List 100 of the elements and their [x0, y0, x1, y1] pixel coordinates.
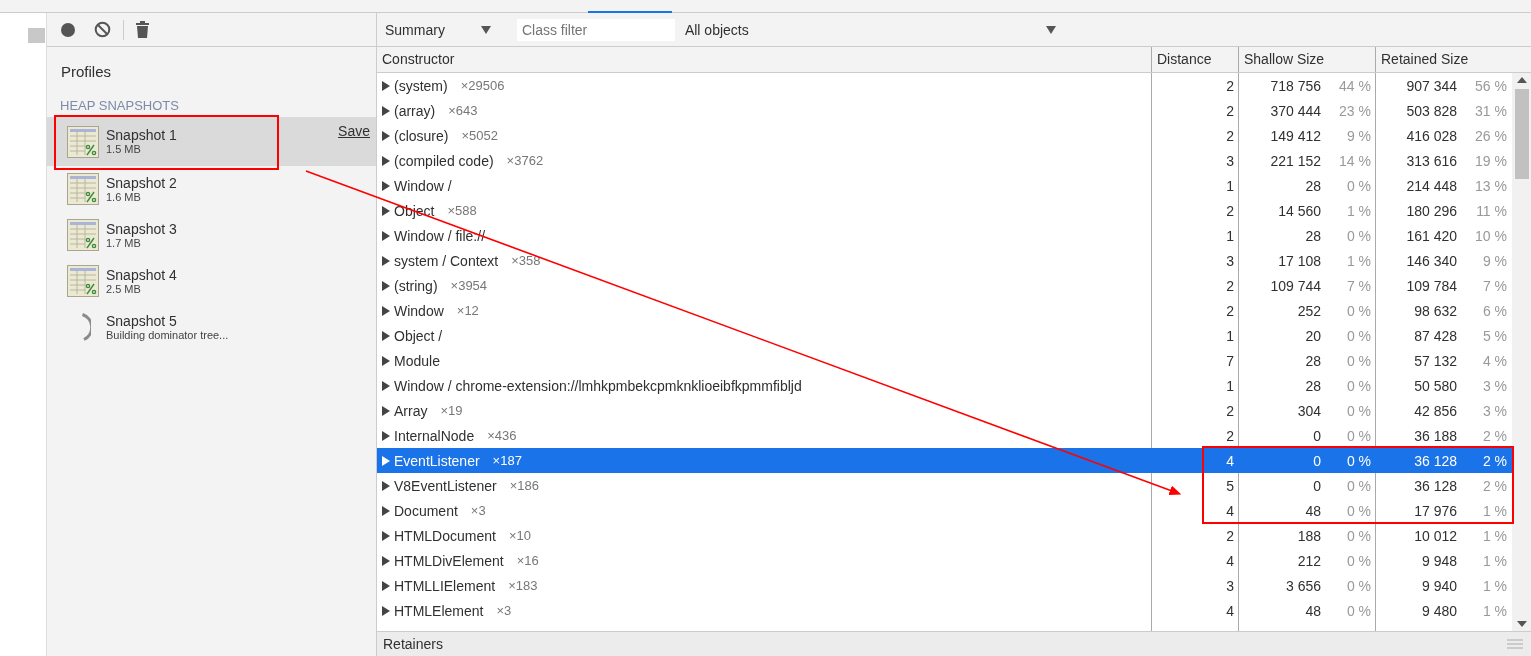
- table-row[interactable]: HTMLDivElement ×16 4 212 0 % 9 948 1 %: [377, 548, 1512, 573]
- instance-count: ×16: [516, 553, 539, 568]
- clear-icon[interactable]: [94, 21, 111, 38]
- column-header[interactable]: Distance: [1152, 47, 1239, 72]
- table-row[interactable]: (system) ×29506 2 718 756 44 % 907 344 56 %: [377, 73, 1512, 98]
- expand-icon[interactable]: [382, 555, 390, 566]
- drag-handle-icon[interactable]: [1507, 639, 1523, 649]
- table-row[interactable]: system / Context ×358 3 17 108 1 % 146 340 9 %: [377, 248, 1512, 273]
- expand-icon[interactable]: [382, 605, 390, 616]
- table-row[interactable]: HTMLDocument ×10 2 188 0 % 10 012 1 %: [377, 523, 1512, 548]
- retainers-title: Retainers: [383, 636, 443, 652]
- table-row[interactable]: EventListener ×187 4 0 0 % 36 128 2 %: [377, 448, 1512, 473]
- expand-icon[interactable]: [382, 480, 390, 491]
- expand-icon[interactable]: [382, 455, 390, 466]
- expand-icon[interactable]: [382, 505, 390, 516]
- constructor-name: Module: [394, 352, 440, 369]
- table-row[interactable]: HTMLElement ×3 4 48 0 % 9 480 1 %: [377, 598, 1512, 623]
- class-filter-field[interactable]: Class filter: [516, 18, 675, 41]
- expand-icon[interactable]: [382, 205, 390, 216]
- table-row[interactable]: V8EventListener ×186 5 0 0 % 36 128 2 %: [377, 473, 1512, 498]
- table-row[interactable]: (compiled code) ×3762 3 221 152 14 % 313 616 19 %: [377, 148, 1512, 173]
- expand-icon[interactable]: [382, 430, 390, 441]
- retained-size-percent: 1 %: [1481, 502, 1507, 519]
- table-row[interactable]: Document ×3 4 48 0 % 17 976 1 %: [377, 498, 1512, 523]
- expand-icon[interactable]: [382, 355, 390, 366]
- shallow-size-percent: 1 %: [1345, 202, 1371, 219]
- column-header[interactable]: Constructor: [377, 47, 1152, 72]
- table-row[interactable]: HTMLLIElement ×183 3 3 656 0 % 9 940 1 %: [377, 573, 1512, 598]
- shallow-size-percent: 23 %: [1338, 102, 1371, 119]
- table-row[interactable]: (closure) ×5052 2 149 412 9 % 416 028 26 %: [377, 123, 1512, 148]
- retained-size-percent: 1 %: [1481, 527, 1507, 544]
- expand-icon[interactable]: [382, 405, 390, 416]
- shallow-size-percent: 0 %: [1345, 327, 1371, 344]
- distance-value: 1: [1226, 377, 1234, 394]
- snapshot-item[interactable]: Snapshot 2 1.6 MB: [47, 166, 376, 212]
- expand-icon[interactable]: [382, 530, 390, 541]
- retained-size-percent: 10 %: [1474, 227, 1507, 244]
- retained-size-percent: 5 %: [1481, 327, 1507, 344]
- shallow-size-percent: 0 %: [1345, 452, 1371, 469]
- shallow-size-percent: 9 %: [1345, 127, 1371, 144]
- column-header[interactable]: Shallow Size: [1239, 47, 1376, 72]
- shallow-size-percent: 7 %: [1345, 277, 1371, 294]
- constructor-name: Window / file://: [394, 227, 486, 244]
- shallow-size-percent: 0 %: [1345, 552, 1371, 569]
- snapshot-item[interactable]: Snapshot 4 2.5 MB: [47, 258, 376, 304]
- instance-count: ×183: [508, 578, 538, 593]
- retained-size-value: 214 448: [1406, 177, 1457, 194]
- instance-count: ×3762: [506, 153, 544, 168]
- retained-size-value: 87 428: [1414, 327, 1457, 344]
- expand-icon[interactable]: [382, 280, 390, 291]
- table-row[interactable]: Window / file:// 1 28 0 % 161 420 10 %: [377, 223, 1512, 248]
- view-dropdown[interactable]: Summary: [385, 21, 491, 38]
- retained-size-percent: 1 %: [1481, 552, 1507, 569]
- snapshot-item[interactable]: Snapshot 1 1.5 MB Save: [47, 117, 376, 166]
- constructor-name: system / Context: [394, 252, 499, 269]
- distance-value: 2: [1226, 77, 1234, 94]
- save-link[interactable]: Save: [338, 123, 370, 139]
- retained-size-percent: 19 %: [1474, 152, 1507, 169]
- table-row[interactable]: Object / 1 20 0 % 87 428 5 %: [377, 323, 1512, 348]
- expand-icon[interactable]: [382, 305, 390, 316]
- scroll-down-icon[interactable]: [1516, 621, 1527, 627]
- snapshot-name: Snapshot 3: [106, 220, 177, 237]
- table-row[interactable]: Window / 1 28 0 % 214 448 13 %: [377, 173, 1512, 198]
- expand-icon[interactable]: [382, 255, 390, 266]
- instance-count: ×5052: [461, 128, 498, 143]
- retained-size-value: 180 296: [1406, 202, 1457, 219]
- expand-icon[interactable]: [382, 105, 390, 116]
- shallow-size-value: 0: [1313, 452, 1321, 469]
- instance-count: ×29506: [460, 78, 505, 93]
- trash-icon[interactable]: [136, 21, 149, 38]
- column-header[interactable]: Retained Size: [1376, 47, 1512, 72]
- snapshot-icon: [67, 219, 99, 251]
- expand-icon[interactable]: [382, 580, 390, 591]
- scrollbar-thumb[interactable]: [1514, 89, 1529, 179]
- table-row[interactable]: Array ×19 2 304 0 % 42 856 3 %: [377, 398, 1512, 423]
- table-row[interactable]: Window ×12 2 252 0 % 98 632 6 %: [377, 298, 1512, 323]
- expand-icon[interactable]: [382, 80, 390, 91]
- table-row[interactable]: Module 7 28 0 % 57 132 4 %: [377, 348, 1512, 373]
- table-row[interactable]: Window / chrome-extension://lmhkpmbekcpmknklioeibfkpmmfibljd 1 28 0 % 50 580 3 %: [377, 373, 1512, 398]
- distance-value: 1: [1226, 327, 1234, 344]
- expand-icon[interactable]: [382, 330, 390, 341]
- table-row[interactable]: InternalNode ×436 2 0 0 % 36 188 2 %: [377, 423, 1512, 448]
- record-icon[interactable]: [60, 21, 76, 38]
- scope-dropdown[interactable]: All objects: [684, 21, 1056, 38]
- expand-icon[interactable]: [382, 180, 390, 191]
- expand-icon[interactable]: [382, 230, 390, 241]
- expand-icon[interactable]: [382, 380, 390, 391]
- shallow-size-percent: 1 %: [1345, 252, 1371, 269]
- instance-count: ×436: [487, 428, 517, 443]
- retained-size-value: 9 940: [1421, 577, 1457, 594]
- scroll-up-icon[interactable]: [1516, 77, 1527, 83]
- expand-icon[interactable]: [382, 155, 390, 166]
- expand-icon[interactable]: [382, 130, 390, 141]
- table-row[interactable]: (string) ×3954 2 109 744 7 % 109 784 7 %: [377, 273, 1512, 298]
- constructor-name: (array): [394, 102, 436, 119]
- table-row[interactable]: (array) ×643 2 370 444 23 % 503 828 31 %: [377, 98, 1512, 123]
- shallow-size-value: 188: [1297, 527, 1321, 544]
- snapshot-item[interactable]: Snapshot 5 Building dominator tree...: [47, 304, 376, 350]
- retained-size-value: 57 132: [1414, 352, 1457, 369]
- snapshot-item[interactable]: Snapshot 3 1.7 MB: [47, 212, 376, 258]
